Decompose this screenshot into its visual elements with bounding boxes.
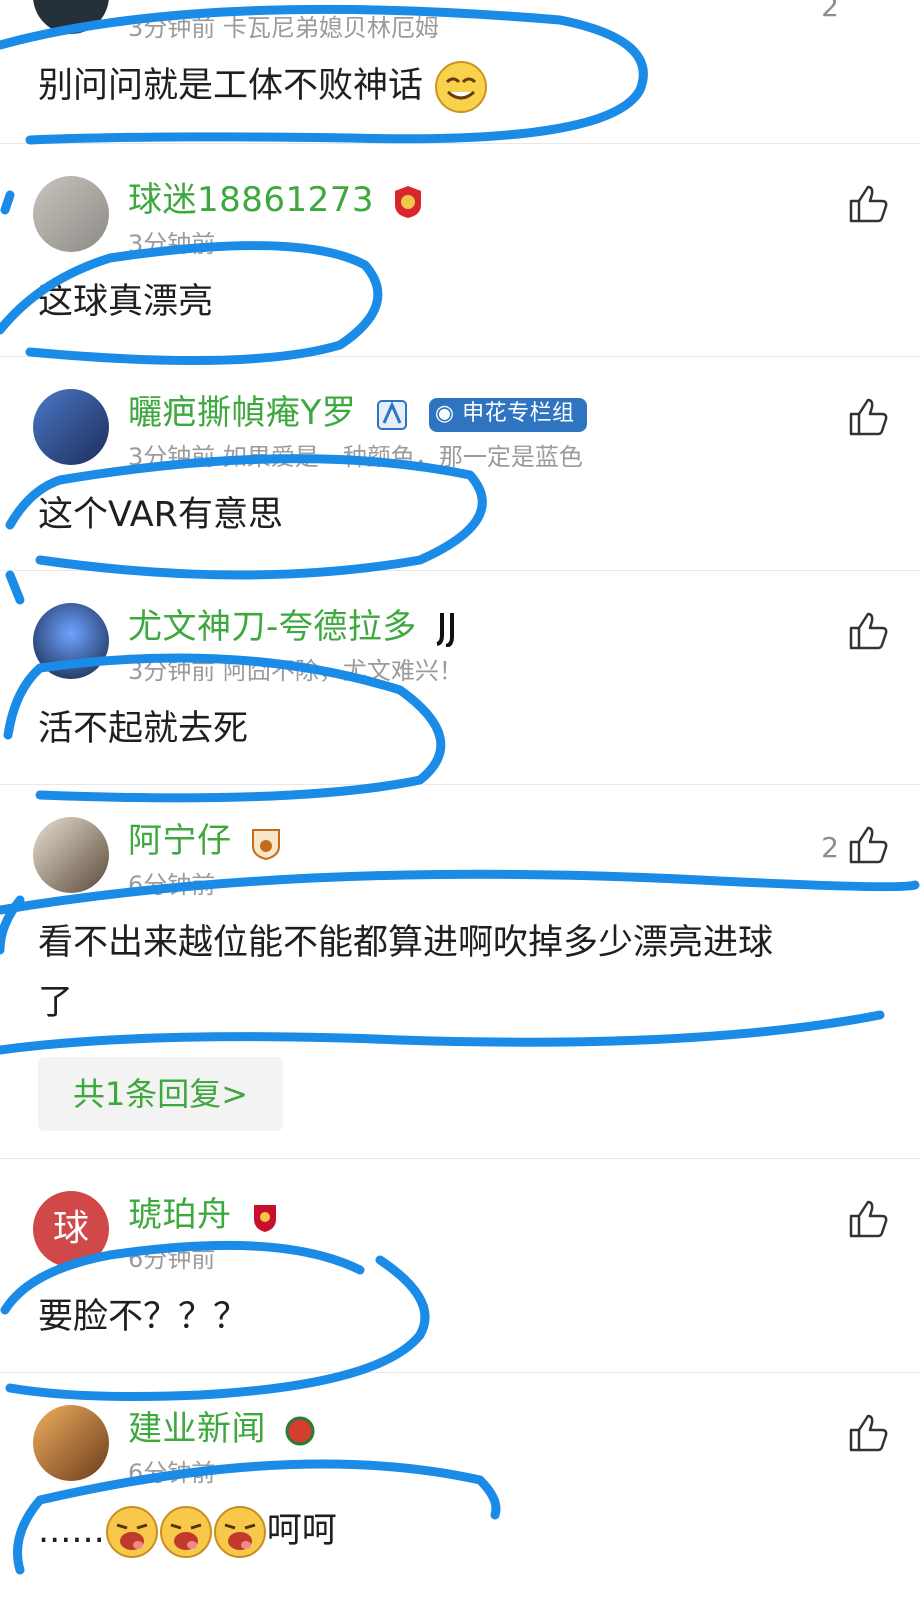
avatar[interactable]: [33, 1405, 109, 1481]
drooling-emoji-icon: [105, 1506, 158, 1558]
thumbs-up-icon[interactable]: [847, 1411, 891, 1455]
comment-meta: 6分钟前: [128, 871, 216, 899]
shandong-badge-icon: [251, 828, 280, 860]
comment-item: 曬疤撕幀痷Y罗 ◉ 申花专栏组 3分钟前 如果爱是一种颜色，那一定是蓝色 这个V…: [0, 356, 921, 570]
shenhua-badge-icon: [376, 399, 407, 430]
comment-text: ...... 呵呵: [38, 1501, 337, 1561]
comment-username[interactable]: 琥珀舟: [128, 1187, 279, 1236]
drooling-emoji-icon: [213, 1506, 266, 1558]
comment-text: 这个VAR有意思: [38, 495, 283, 535]
comment-username[interactable]: 建业新闻: [128, 1401, 315, 1450]
comment-username[interactable]: 曬疤撕幀痷Y罗 ◉ 申花专栏组: [128, 385, 587, 434]
comment-item: 阿宁仔 6分钟前 2 看不出来越位能不能都算进啊吹掉多少漂亮进球 了 共1条回复…: [0, 784, 921, 1158]
thumbs-up-icon[interactable]: [847, 823, 891, 867]
avatar[interactable]: [33, 389, 109, 465]
avatar[interactable]: [33, 603, 109, 679]
liverpool-badge-icon: [253, 1204, 276, 1232]
comment-meta: 3分钟前 卡瓦尼弟媳贝林厄姆: [128, 14, 439, 42]
comment-text: 别问问就是工体不败神话: [38, 56, 488, 116]
comment-meta: 3分钟前 阿囧不除，尤文难兴！: [128, 657, 463, 685]
comment-text-line: 了: [38, 983, 74, 1023]
drooling-emoji-icon: [159, 1506, 212, 1558]
comment-username[interactable]: 球迷18861273: [128, 172, 423, 221]
username-text: 球迷18861273: [128, 180, 375, 220]
column-group-tag: ◉ 申花专栏组: [428, 397, 587, 432]
username-text: 尤文神刀-夸德拉多: [128, 607, 417, 647]
juventus-badge-icon: [436, 612, 455, 647]
comment-item: 球迷18861273 3分钟前 这球真漂亮: [0, 143, 921, 356]
username-text: 曬疤撕幀痷Y罗: [128, 393, 357, 433]
comment-meta: 3分钟前: [128, 230, 216, 258]
avatar[interactable]: [33, 817, 109, 893]
avatar-letter: 球: [52, 1208, 89, 1249]
view-replies-button[interactable]: 共1条回复>: [38, 1057, 283, 1131]
comment-text: 要脸不？？？: [38, 1297, 249, 1337]
comment-text-prefix: ......: [38, 1511, 105, 1551]
like-count: 2: [821, 0, 839, 23]
jianye-badge-icon: [285, 1416, 315, 1445]
comment-meta: 3分钟前 如果爱是一种颜色，那一定是蓝色: [128, 443, 583, 471]
comment-text: 这球真漂亮: [38, 282, 214, 322]
comment-username[interactable]: 阿宁仔: [128, 813, 281, 862]
grin-emoji-icon: [435, 61, 488, 113]
comment-text-suffix: 呵呵: [266, 1511, 337, 1551]
thumbs-up-icon[interactable]: [847, 1197, 891, 1241]
comment-item: 球 琥珀舟 6分钟前 要脸不？？？: [0, 1158, 921, 1372]
like-count: 2: [821, 831, 839, 864]
username-text: 琥珀舟: [128, 1195, 232, 1235]
comment-item: 尤文神刀-夸德拉多 3分钟前 阿囧不除，尤文难兴！ 活不起就去死: [0, 570, 921, 784]
username-text: 阿宁仔: [128, 821, 232, 861]
avatar[interactable]: [33, 176, 109, 252]
tag-text: 申花专栏组: [462, 400, 575, 426]
comment-item: 建业新闻 6分钟前 ...... 呵呵: [0, 1372, 921, 1597]
thumbs-up-icon[interactable]: [847, 609, 891, 653]
comment-meta: 6分钟前: [128, 1459, 216, 1487]
comment-text-line: 看不出来越位能不能都算进啊吹掉多少漂亮进球: [38, 923, 774, 963]
avatar[interactable]: 球: [33, 1191, 109, 1267]
team-badge-icon: [395, 185, 422, 218]
comment-text: 活不起就去死: [38, 709, 249, 749]
thumbs-up-icon[interactable]: [847, 395, 891, 439]
thumbs-up-icon[interactable]: [847, 182, 891, 226]
comment-text-body: 别问问就是工体不败神话: [38, 66, 424, 106]
avatar[interactable]: [33, 0, 109, 34]
comment-meta: 6分钟前: [128, 1245, 216, 1273]
comment-item: 3分钟前 卡瓦尼弟媳贝林厄姆 2 别问问就是工体不败神话: [0, 0, 921, 140]
username-text: 建业新闻: [128, 1409, 266, 1449]
comment-username[interactable]: 尤文神刀-夸德拉多: [128, 599, 462, 648]
